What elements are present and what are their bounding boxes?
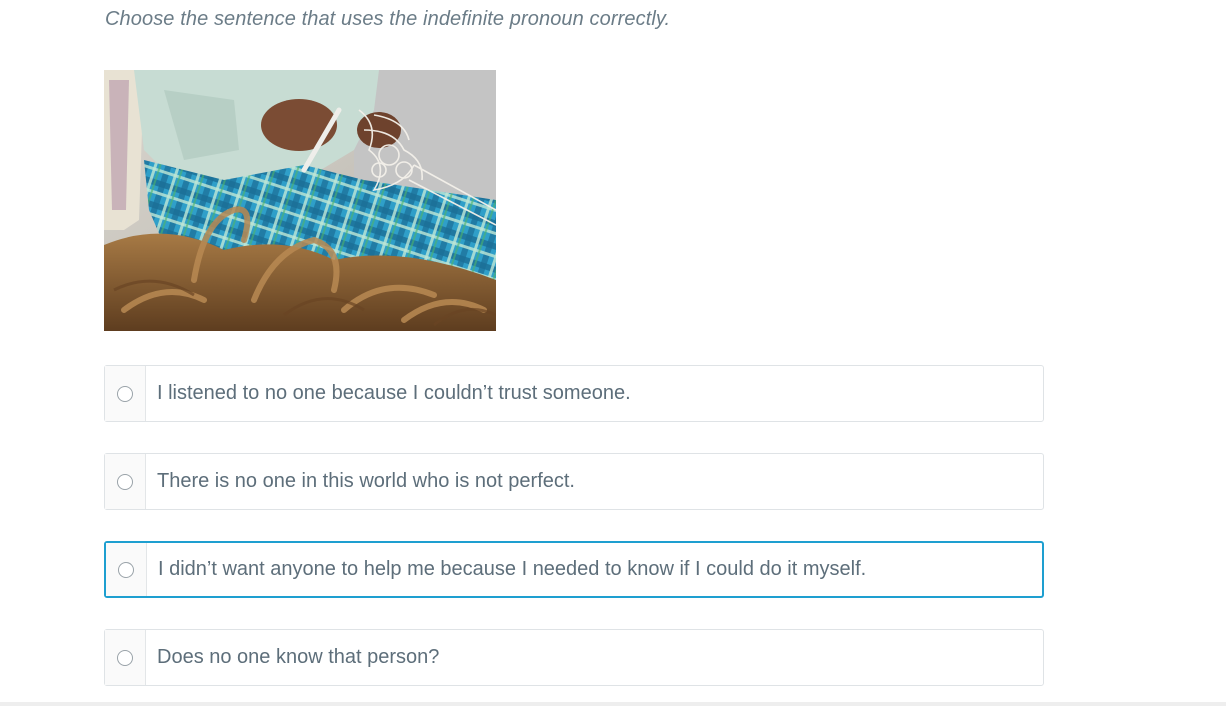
radio-button[interactable] bbox=[117, 649, 133, 666]
radio-cell bbox=[105, 366, 146, 421]
answer-option-4[interactable]: Does no one know that person? bbox=[104, 629, 1044, 686]
radio-cell bbox=[105, 454, 146, 509]
radio-cell bbox=[106, 543, 147, 596]
answer-option-label: I listened to no one because I couldn’t … bbox=[157, 382, 631, 404]
radio-cell bbox=[105, 630, 146, 685]
answer-option-label: I didn’t want anyone to help me because … bbox=[158, 558, 867, 580]
answer-option-3[interactable]: I didn’t want anyone to help me because … bbox=[104, 541, 1044, 598]
question-photo bbox=[104, 70, 496, 331]
answer-option-2[interactable]: There is no one in this world who is not… bbox=[104, 453, 1044, 510]
bottom-divider bbox=[0, 702, 1226, 706]
answer-option-label: Does no one know that person? bbox=[157, 646, 440, 668]
question-prompt: Choose the sentence that uses the indefi… bbox=[105, 8, 671, 30]
radio-button[interactable] bbox=[117, 473, 133, 490]
answer-option-1[interactable]: I listened to no one because I couldn’t … bbox=[104, 365, 1044, 422]
radio-button[interactable] bbox=[118, 561, 134, 578]
answer-option-label: There is no one in this world who is not… bbox=[157, 470, 575, 492]
radio-button[interactable] bbox=[117, 385, 133, 402]
